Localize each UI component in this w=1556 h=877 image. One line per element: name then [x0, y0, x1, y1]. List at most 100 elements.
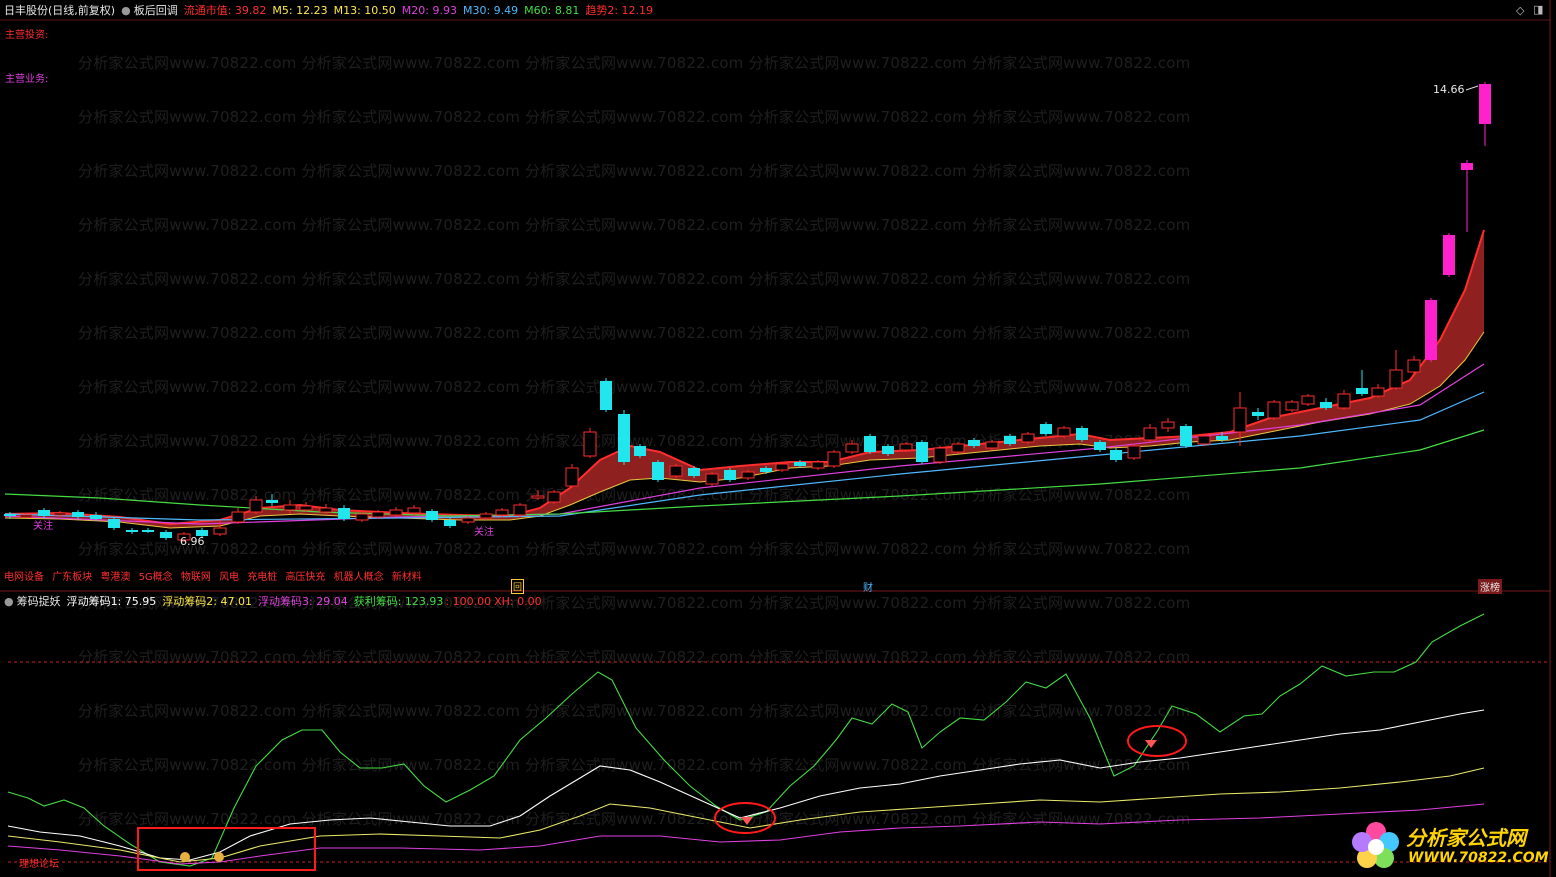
candle-body	[299, 505, 313, 511]
candle	[705, 472, 719, 486]
site-logo: 分析家公式网 WWW.70822.COM	[1346, 816, 1549, 874]
moving-average-line	[4, 391, 1485, 521]
candle-body	[1285, 401, 1299, 411]
sector-tag[interactable]: 新材料	[392, 572, 422, 583]
sector-tag[interactable]: 风电	[219, 572, 239, 583]
candlesticks	[4, 82, 1491, 542]
candle	[669, 464, 683, 478]
candle-body	[1356, 388, 1368, 394]
candle	[1356, 370, 1368, 396]
candle-body	[1161, 421, 1175, 429]
candle	[618, 410, 630, 465]
candle-body	[531, 495, 545, 499]
candle-body	[1425, 300, 1437, 360]
xh-value: XH: 0.00	[494, 594, 542, 608]
candle-body	[634, 446, 646, 456]
sector-tag[interactable]: 电网设备	[4, 572, 44, 583]
candle	[1143, 424, 1157, 442]
candle-body	[1371, 387, 1385, 397]
candle	[1285, 400, 1299, 412]
candle	[547, 490, 561, 504]
candle-body	[827, 451, 841, 467]
candle	[741, 470, 755, 480]
level-value: : 100.00	[445, 594, 492, 608]
candle	[634, 444, 646, 458]
bottom-label: 理想论坛	[19, 859, 59, 870]
flower-logo-icon	[1352, 822, 1399, 868]
candle-body	[652, 462, 664, 480]
price-chart[interactable]	[0, 0, 1556, 877]
trend-line-upper	[4, 229, 1485, 526]
candle-body	[1021, 433, 1035, 443]
candle-body	[142, 530, 154, 532]
candle	[266, 494, 278, 506]
candle	[899, 442, 913, 452]
candle-body	[1461, 163, 1473, 170]
candle-body	[1267, 401, 1281, 419]
attention-label-1: 关注	[33, 521, 53, 532]
candle-body	[775, 463, 789, 471]
candle-body	[1094, 442, 1106, 450]
candle-body	[355, 513, 369, 521]
indicator-header: ● 筹码捉妖 浮动筹码1: 75.95 浮动筹码2: 47.01 浮动筹码3: …	[0, 591, 1556, 611]
candle-body	[933, 447, 947, 463]
candle	[1407, 356, 1421, 374]
candle	[811, 460, 825, 470]
candle-body	[1110, 450, 1122, 460]
candle-body	[213, 527, 227, 535]
candle	[1161, 418, 1175, 432]
candle-body	[845, 443, 859, 453]
logo-url: WWW.70822.COM	[1408, 850, 1549, 866]
candle	[355, 512, 369, 522]
candle-body	[479, 513, 493, 519]
sector-tag[interactable]: 粤港澳	[100, 572, 130, 583]
candle	[1337, 390, 1351, 410]
candle-body	[126, 530, 138, 532]
candle	[1461, 160, 1473, 232]
candle-body	[249, 499, 263, 513]
candle-body	[426, 511, 438, 520]
candle	[951, 442, 965, 454]
candle-body	[565, 467, 579, 487]
candle-body	[407, 507, 421, 514]
indicator-name[interactable]: 筹码捉妖	[17, 593, 61, 609]
sector-tag[interactable]: 广东板块	[52, 572, 92, 583]
candle-body	[1252, 412, 1264, 416]
candle-body	[1004, 436, 1016, 444]
candle-body	[1233, 407, 1247, 433]
candle-body	[1389, 369, 1403, 389]
sector-tag[interactable]: 5G概念	[139, 572, 173, 583]
candle-body	[968, 440, 980, 446]
candle	[1389, 350, 1403, 390]
sector-tag[interactable]: 物联网	[181, 572, 211, 583]
candle	[160, 530, 172, 540]
candle-body	[283, 504, 297, 511]
candle	[407, 505, 421, 515]
moneybag-icon	[214, 852, 224, 862]
candle-body	[882, 446, 894, 454]
attention-label-2: 关注	[474, 527, 494, 538]
candle-body	[688, 468, 700, 476]
sector-tag[interactable]: 机器人概念	[334, 572, 384, 583]
candle-body	[319, 507, 333, 513]
sector-tag[interactable]: 充电桩	[247, 572, 277, 583]
candle-body	[1040, 424, 1052, 434]
indicator-toggle-icon[interactable]: ●	[4, 595, 14, 608]
candle-body	[985, 441, 999, 449]
candle	[724, 468, 736, 482]
candle	[845, 440, 859, 454]
candle-body	[4, 514, 16, 516]
sector-tag[interactable]: 高压快充	[285, 572, 325, 583]
candle	[319, 504, 333, 514]
candle-body	[600, 381, 612, 410]
moving-averages	[4, 363, 1485, 525]
candle-body	[90, 515, 102, 519]
chip-value-1: 浮动筹码1: 75.95	[66, 595, 157, 608]
candle	[389, 507, 403, 517]
candle-body	[724, 470, 736, 480]
moneybag-icon	[180, 852, 190, 862]
candle-body	[760, 468, 772, 472]
candle-body	[1320, 402, 1332, 408]
candle	[231, 508, 245, 524]
candle	[864, 434, 876, 454]
